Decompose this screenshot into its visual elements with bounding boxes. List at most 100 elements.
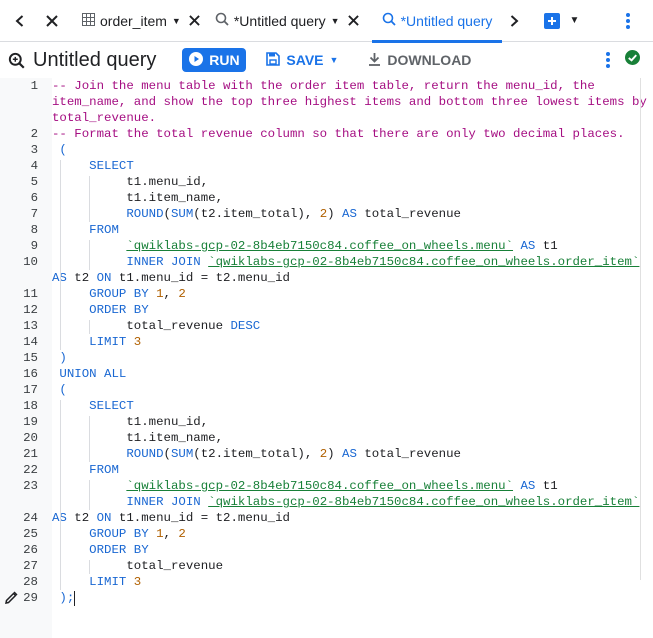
code-line[interactable]: t1.menu_id, (52, 174, 653, 190)
close-icon[interactable] (40, 0, 64, 42)
code-line[interactable]: FROM (52, 222, 653, 238)
line-number: 13 (23, 319, 38, 333)
code-line[interactable]: t1.item_name, (52, 190, 653, 206)
code-token: ) (327, 207, 343, 221)
chevron-right-icon[interactable] (502, 0, 526, 42)
code-line[interactable]: SELECT (52, 158, 653, 174)
code-token: , (163, 287, 179, 301)
code-token: -- Format the total revenue column so th… (52, 127, 625, 141)
code-line[interactable]: GROUP BY 1, 2 (52, 526, 653, 542)
editor-ruler (640, 78, 641, 580)
table-reference[interactable]: `qwiklabs-gcp-02-8b4eb7150c84.coffee_on_… (208, 255, 639, 269)
code-line[interactable]: total_revenue DESC (52, 318, 653, 334)
code-line[interactable]: ORDER BY (52, 542, 653, 558)
code-line[interactable]: ); (52, 590, 653, 606)
code-token: AS (342, 447, 357, 461)
code-line[interactable]: INNER JOIN `qwiklabs-gcp-02-8b4eb7150c84… (52, 494, 653, 510)
code-line[interactable]: LIMIT 3 (52, 334, 653, 350)
indent-guide (89, 480, 90, 510)
code-token: SUM (170, 207, 194, 221)
code-line[interactable]: ) (52, 350, 653, 366)
tab-label: *Untitled query (233, 12, 326, 29)
table-reference[interactable]: `qwiklabs-gcp-02-8b4eb7150c84.coffee_on_… (126, 479, 513, 493)
tab-label: *Untitled query (400, 12, 493, 29)
code-line[interactable]: FROM (52, 462, 653, 478)
more-vert-icon[interactable] (606, 52, 610, 73)
code-token: DESC (230, 319, 261, 333)
save-button[interactable]: SAVE ▼ (266, 51, 339, 69)
line-number: 21 (23, 447, 38, 461)
code-token: t1.menu_id = t2.menu_id (111, 511, 290, 525)
tab-label: order_item (100, 12, 167, 29)
download-icon (368, 52, 381, 69)
code-line[interactable]: total_revenue. (52, 110, 653, 126)
code-token: GROUP BY (52, 287, 149, 301)
code-token: t2 (66, 511, 97, 525)
code-token: ROUND (52, 207, 164, 221)
code-line[interactable]: INNER JOIN `qwiklabs-gcp-02-8b4eb7150c84… (52, 254, 653, 270)
indent-guide (89, 240, 90, 270)
caret-down-icon[interactable]: ▼ (172, 16, 181, 26)
code-line[interactable]: ORDER BY (52, 302, 653, 318)
tab-close-icon[interactable] (186, 10, 203, 31)
run-button[interactable]: RUN (182, 48, 247, 72)
line-number: 8 (30, 223, 38, 237)
sql-editor[interactable]: 1 2 3 4 5 6 7 8 9 10 11 12 13 14 15 16 17 18 19 20 21 22 23 24 2… (0, 78, 653, 638)
code-line[interactable]: UNION ALL (52, 366, 653, 382)
line-number: 28 (23, 575, 38, 589)
table-reference[interactable]: `qwiklabs-gcp-02-8b4eb7150c84.coffee_on_… (126, 239, 513, 253)
code-line[interactable]: GROUP BY 1, 2 (52, 286, 653, 302)
code-line[interactable]: AS t2 ON t1.menu_id = t2.menu_id (52, 510, 653, 526)
table-reference[interactable]: `qwiklabs-gcp-02-8b4eb7150c84.coffee_on_… (208, 495, 639, 509)
code-line[interactable]: ( (52, 382, 653, 398)
code-token: SELECT (52, 399, 134, 413)
code-line[interactable]: ( (52, 142, 653, 158)
code-line[interactable]: -- Format the total revenue column so th… (52, 126, 653, 142)
edit-pencil-icon[interactable] (4, 591, 18, 610)
line-number: 3 (30, 143, 38, 157)
code-line[interactable]: AS t2 ON t1.menu_id = t2.menu_id (52, 270, 653, 286)
code-token: AS (520, 239, 536, 253)
code-token: t2 (66, 271, 97, 285)
line-number: 24 (23, 511, 38, 525)
caret-down-icon[interactable]: ▼ (331, 16, 340, 26)
code-token: ( (163, 447, 171, 461)
code-line[interactable]: `qwiklabs-gcp-02-8b4eb7150c84.coffee_on_… (52, 238, 653, 254)
query-icon (215, 12, 229, 29)
tab-order-item[interactable]: order_item ▼ (78, 0, 207, 42)
more-vert-icon[interactable] (616, 0, 640, 42)
code-line[interactable]: `qwiklabs-gcp-02-8b4eb7150c84.coffee_on_… (52, 478, 653, 494)
line-number: 6 (30, 191, 38, 205)
download-button[interactable]: DOWNLOAD (368, 52, 471, 69)
caret-down-icon: ▼ (329, 55, 339, 65)
tab-close-icon[interactable] (345, 10, 362, 31)
code-line[interactable]: SELECT (52, 398, 653, 414)
new-query-icon[interactable] (538, 0, 566, 42)
indent-guide (60, 400, 61, 590)
code-line[interactable]: t1.item_name, (52, 430, 653, 446)
code-line[interactable]: LIMIT 3 (52, 574, 653, 590)
line-number: 25 (23, 527, 38, 541)
code-token: t1.menu_id, (52, 415, 209, 429)
query-icon (382, 12, 396, 29)
code-token: total_revenue. (52, 111, 157, 125)
code-token: ); (52, 591, 75, 605)
code-line[interactable]: -- Join the menu table with the order it… (52, 78, 653, 94)
caret-down-icon[interactable]: ▼ (566, 0, 582, 42)
code-line[interactable]: total_revenue (52, 558, 653, 574)
code-line[interactable]: ROUND(SUM(t2.item_total), 2) AS total_re… (52, 446, 653, 462)
code-line[interactable]: t1.menu_id, (52, 414, 653, 430)
line-number: 26 (23, 543, 38, 557)
indent-guide (89, 320, 90, 334)
line-number: 9 (30, 239, 38, 253)
table-icon (82, 12, 95, 29)
code-line[interactable]: item_name, and show the top three highes… (52, 94, 653, 110)
chevron-left-icon[interactable] (0, 0, 40, 42)
tab-untitled-query-1[interactable]: *Untitled query ▼ (211, 0, 366, 42)
tab-untitled-query-2[interactable]: *Untitled query (371, 0, 503, 43)
indent-guide (89, 560, 90, 574)
page-title: Untitled query (33, 48, 157, 71)
code-line[interactable]: ROUND(SUM(t2.item_total), 2) AS total_re… (52, 206, 653, 222)
